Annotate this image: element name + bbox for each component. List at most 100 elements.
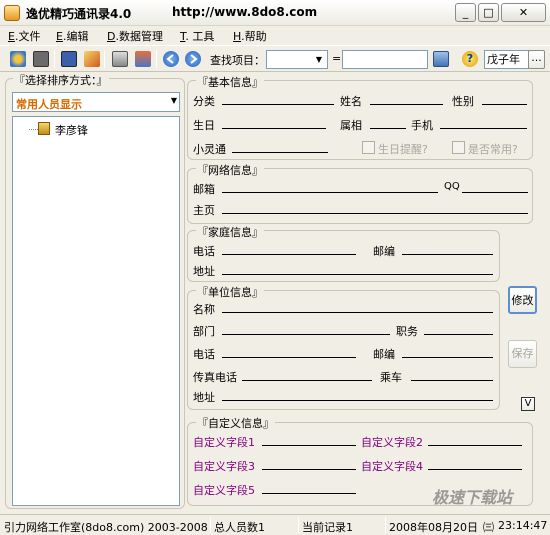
chevron-down-icon: ▼ — [315, 55, 323, 64]
birthday-remind-label: 生日提醒? — [378, 143, 428, 156]
company-info-frame — [187, 290, 500, 410]
menu-bar: E.文件 E.编辑 D.数据管理 T. 工具 H.帮助 — [0, 26, 550, 44]
company-phone-label: 电话 — [193, 348, 215, 361]
minimize-button[interactable]: _ — [455, 3, 476, 22]
gender-field[interactable] — [482, 104, 527, 105]
previous-icon[interactable] — [163, 51, 179, 67]
sort-label: 『选择排序方式：』 — [13, 72, 109, 88]
chevron-down-icon: ▼ — [170, 96, 177, 105]
status-total: 总人员数1 — [214, 521, 265, 534]
maximize-button[interactable]: □ — [478, 3, 499, 22]
qq-label: QQ — [444, 181, 460, 192]
network-info-title: 『网络信息』 — [196, 162, 264, 178]
modify-button[interactable]: 修改 — [508, 286, 537, 314]
status-current: 当前记录1 — [302, 521, 353, 534]
menu-data-manage[interactable]: D.数据管理 — [107, 28, 163, 44]
window-url: http://www.8do8.com — [172, 5, 318, 19]
family-info-title: 『家庭信息』 — [196, 224, 264, 240]
zodiac-label: 属相 — [340, 119, 362, 132]
status-bar: 引力网络工作室(8do8.com) 2003-2008 总人员数1 当前记录1 … — [0, 514, 550, 535]
basic-info-title: 『基本信息』 — [196, 74, 264, 90]
toolbar: 查找项目： ▼ = ? 戊子年 ... — [0, 45, 550, 72]
mobile-label: 手机 — [411, 119, 433, 132]
bus-field[interactable] — [411, 380, 493, 381]
is-common-checkbox[interactable] — [452, 141, 465, 154]
email-field[interactable] — [222, 192, 438, 193]
app-icon — [4, 5, 20, 21]
tree-item[interactable]: 李彦锋 — [55, 122, 88, 138]
custom-field-1[interactable] — [262, 445, 356, 446]
dept-label: 部门 — [193, 325, 215, 338]
name-label: 姓名 — [340, 95, 362, 108]
company-zip-field[interactable] — [402, 357, 493, 358]
search-icon[interactable] — [433, 51, 449, 67]
home-phone-field[interactable] — [222, 254, 356, 255]
position-field[interactable] — [424, 334, 493, 335]
home-zip-field[interactable] — [402, 254, 493, 255]
home-phone-label: 电话 — [193, 245, 215, 258]
sort-select[interactable]: 常用人员显示 ▼ — [12, 92, 180, 112]
menu-edit[interactable]: E.编辑 — [56, 28, 88, 44]
status-studio: 引力网络工作室(8do8.com) 2003-2008 — [4, 521, 208, 534]
search-label: 查找项目： — [210, 54, 265, 67]
print-icon[interactable] — [112, 51, 128, 67]
contact-tree: 李彦锋 — [12, 116, 180, 506]
custom-field-3[interactable] — [262, 469, 356, 470]
export-icon[interactable] — [135, 51, 151, 67]
birthday-remind-checkbox[interactable] — [362, 141, 375, 154]
company-name-label: 名称 — [193, 303, 215, 316]
company-address-field[interactable] — [222, 400, 493, 401]
qq-field[interactable] — [462, 192, 528, 193]
equals-sign: = — [332, 52, 342, 65]
window-title: 逸优精巧通讯录4.0 — [26, 7, 132, 21]
birthday-field[interactable] — [222, 128, 326, 129]
custom-field-4[interactable] — [428, 469, 522, 470]
name-field[interactable] — [370, 104, 443, 105]
search-field-select[interactable]: ▼ — [266, 50, 328, 69]
status-date: 2008年08月20日 — [389, 521, 478, 534]
zodiac-field[interactable] — [370, 128, 406, 129]
save-icon[interactable] — [61, 51, 77, 67]
users-icon[interactable] — [10, 51, 26, 67]
position-label: 职务 — [396, 325, 418, 338]
menu-tools[interactable]: T. 工具 — [180, 28, 214, 44]
category-field[interactable] — [222, 104, 334, 105]
status-weekday: ㈢ — [483, 521, 494, 534]
custom-field-2[interactable] — [428, 445, 522, 446]
fax-field[interactable] — [242, 380, 372, 381]
search-input[interactable] — [342, 50, 428, 69]
next-icon[interactable] — [185, 51, 201, 67]
delete-icon[interactable] — [84, 51, 100, 67]
fax-label: 传真电话 — [193, 371, 237, 384]
menu-help[interactable]: H.帮助 — [233, 28, 267, 44]
close-button[interactable]: ✕ — [501, 3, 546, 22]
help-icon[interactable]: ? — [462, 51, 478, 67]
mobile-field[interactable] — [440, 128, 527, 129]
bus-label: 乘车 — [380, 371, 402, 384]
contact-card-icon[interactable] — [33, 51, 49, 67]
custom-field-1-label: 自定义字段1 — [193, 436, 255, 449]
custom-field-2-label: 自定义字段2 — [361, 436, 423, 449]
more-button[interactable]: ... — [528, 50, 545, 69]
custom-info-title: 『自定义信息』 — [196, 415, 275, 431]
home-address-field[interactable] — [222, 274, 493, 275]
company-zip-label: 邮编 — [373, 348, 395, 361]
homepage-field[interactable] — [222, 213, 528, 214]
company-phone-field[interactable] — [222, 357, 356, 358]
pager-field[interactable] — [232, 152, 328, 153]
email-label: 邮箱 — [193, 183, 215, 196]
custom-field-4-label: 自定义字段4 — [361, 460, 423, 473]
company-name-field[interactable] — [222, 312, 493, 313]
expand-button[interactable]: V — [521, 397, 535, 411]
contact-node-icon — [38, 122, 50, 135]
menu-file[interactable]: E.文件 — [8, 28, 40, 44]
gender-label: 性别 — [452, 95, 474, 108]
save-button[interactable]: 保存 — [508, 340, 537, 368]
custom-field-5-label: 自定义字段5 — [193, 484, 255, 497]
pager-label: 小灵通 — [193, 143, 226, 156]
home-zip-label: 邮编 — [373, 245, 395, 258]
dept-field[interactable] — [222, 334, 390, 335]
year-field: 戊子年 — [484, 50, 529, 69]
custom-field-5[interactable] — [262, 493, 356, 494]
watermark-logo: 极速下载站 — [432, 488, 513, 507]
